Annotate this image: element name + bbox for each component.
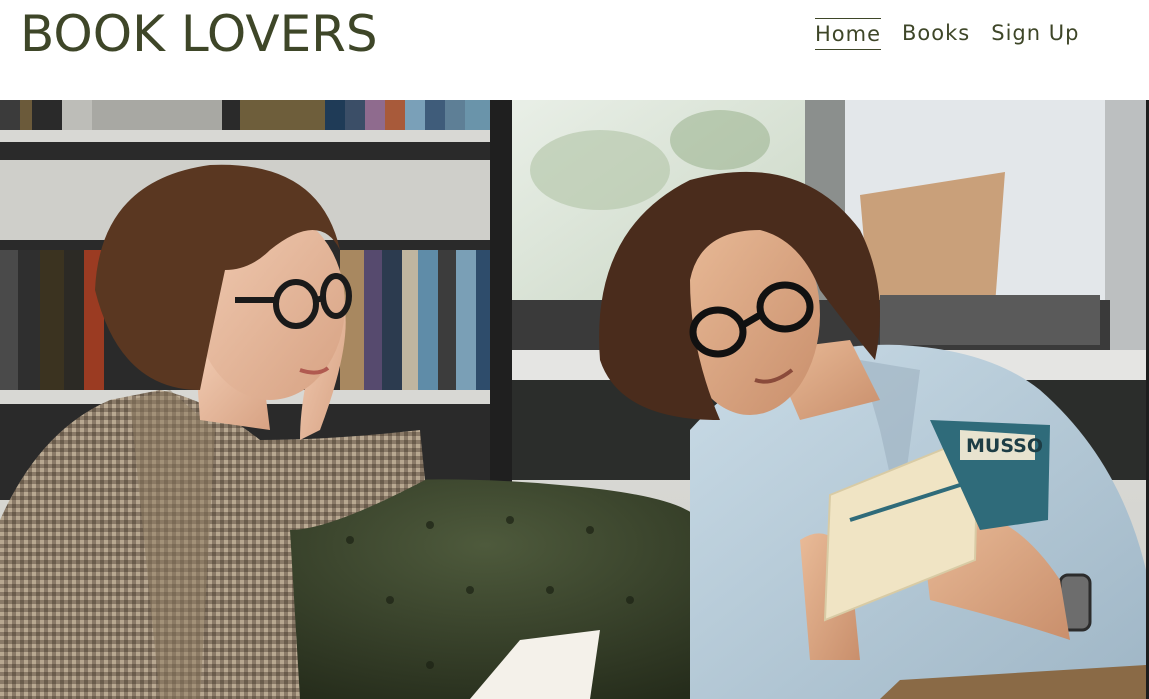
hero-image: MUSSO (0, 100, 1146, 699)
site-header: BOOK LOVERS Home Books Sign Up (0, 0, 1149, 100)
book-cover-text: MUSSO (966, 435, 1043, 457)
nav-link-sign-up[interactable]: Sign Up (991, 18, 1079, 50)
hero-photo-illustration: MUSSO (0, 100, 1146, 699)
nav-link-home[interactable]: Home (815, 18, 882, 50)
nav-link-books[interactable]: Books (902, 18, 970, 50)
main-nav: Home Books Sign Up (815, 18, 1079, 50)
site-title[interactable]: BOOK LOVERS (20, 4, 378, 64)
